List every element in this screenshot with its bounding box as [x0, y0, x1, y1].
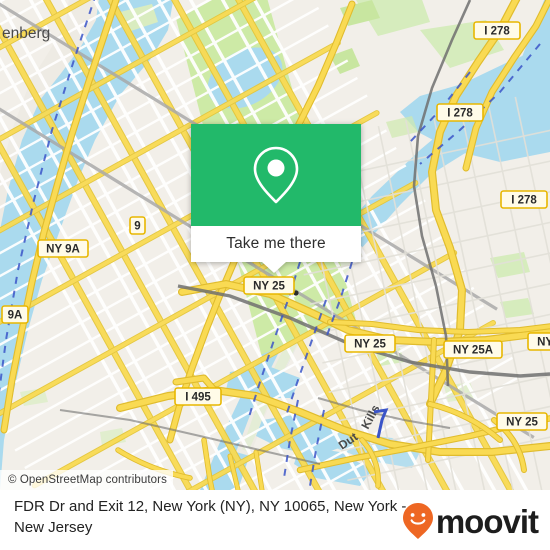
road-shield-label: NY 25A — [453, 345, 493, 357]
location-pin-icon — [253, 146, 299, 204]
road-shield: NY 25 — [243, 276, 295, 295]
take-me-there-button[interactable]: Take me there — [191, 226, 361, 262]
road-shield: NY 9A — [37, 239, 89, 258]
road-shield-label: 9A — [8, 310, 23, 322]
road-shield: NY 25 — [527, 332, 550, 351]
road-shield: I 278 — [473, 21, 521, 40]
road-shield: I 278 — [500, 190, 548, 209]
road-shield: NY 25 — [496, 412, 548, 431]
road-shield-label: I 278 — [511, 195, 537, 207]
moovit-wordmark: moovit — [435, 502, 539, 540]
osm-attribution: © OpenStreetMap contributors — [0, 470, 173, 490]
place-label-0: enberg — [2, 25, 50, 42]
popup-pointer-tail — [262, 262, 286, 273]
road-shield: NY 25 — [344, 334, 396, 353]
road-shield-label: I 495 — [185, 392, 211, 404]
road-shield-label: NY 25 — [354, 339, 386, 351]
take-me-there-label: Take me there — [226, 235, 326, 252]
location-address-title: FDR Dr and Exit 12, New York (NY), NY 10… — [14, 498, 407, 536]
road-shield-label: NY 25 — [506, 417, 538, 429]
road-shield-label: NY 9A — [46, 244, 80, 256]
road-shield: NY 25A — [443, 340, 503, 359]
road-shield-label: I 278 — [484, 26, 510, 38]
attribution-text: © OpenStreetMap contributors — [8, 474, 167, 486]
moovit-pin-icon — [402, 503, 433, 539]
road-shield-label: 9 — [134, 221, 140, 233]
road-shield: I 495 — [174, 387, 222, 406]
popup-header — [191, 124, 361, 226]
road-shield-label: NY 25 — [537, 337, 550, 349]
location-popup-card[interactable]: Take me there — [191, 124, 361, 273]
page-root: enberg Kills Dut I 278 I 278 I 278 NY 9A 9 9A… — [0, 0, 550, 550]
road-shield: I 278 — [436, 103, 484, 122]
moovit-logo[interactable]: moovit — [402, 502, 539, 540]
road-shield-label: I 278 — [447, 108, 473, 120]
road-shield: 9 — [129, 216, 146, 235]
road-shield-label: NY 25 — [253, 281, 285, 293]
road-shield: 9A — [1, 305, 29, 324]
